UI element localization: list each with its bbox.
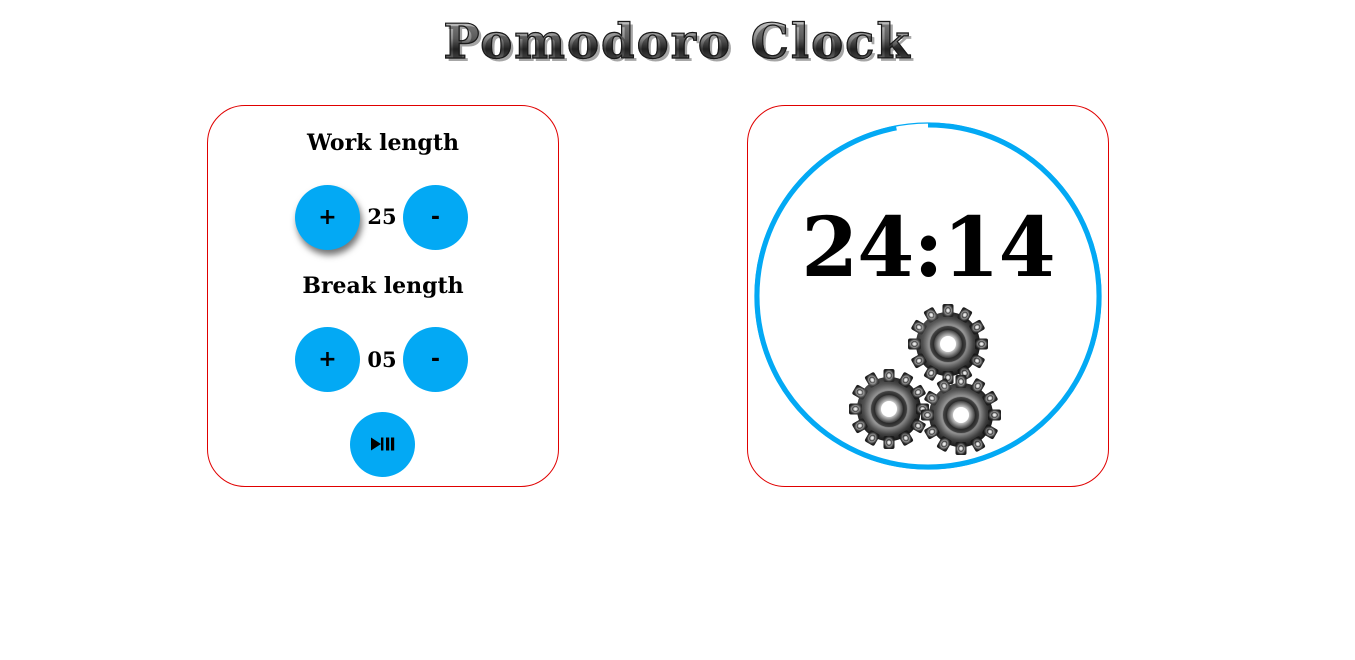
start-pause-button[interactable] bbox=[350, 412, 415, 477]
work-length-value: 25 bbox=[367, 204, 397, 229]
break-decrease-button[interactable]: - bbox=[403, 327, 468, 392]
work-increase-button[interactable]: + bbox=[295, 185, 360, 250]
timer-panel: 24:14 bbox=[747, 105, 1109, 487]
work-length-label: Work length bbox=[307, 130, 459, 156]
break-increase-button[interactable]: + bbox=[295, 327, 360, 392]
time-display: 24:14 bbox=[801, 200, 1056, 296]
work-decrease-button[interactable]: - bbox=[403, 185, 468, 250]
page: Pomodoro Clock Work length + 25 - Break … bbox=[0, 0, 1355, 660]
gears-icon bbox=[848, 302, 1003, 457]
play-pause-icon bbox=[371, 437, 395, 451]
settings-panel: Work length + 25 - Break length + 05 - bbox=[207, 105, 559, 487]
break-length-label: Break length bbox=[302, 273, 464, 299]
app-title: Pomodoro Clock bbox=[0, 6, 1355, 78]
break-length-value: 05 bbox=[367, 347, 397, 372]
